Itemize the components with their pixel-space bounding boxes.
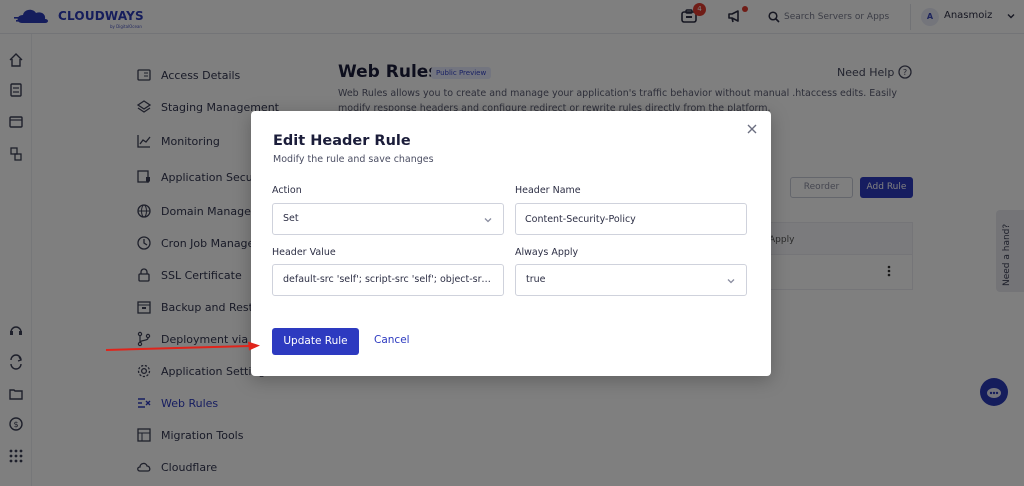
header-value-input[interactable]: default-src 'self'; script-src 'self'; o… [283, 274, 493, 285]
close-icon[interactable] [745, 122, 759, 136]
modal-title: Edit Header Rule [273, 133, 411, 149]
always-apply-select[interactable]: true [515, 264, 747, 296]
chevron-down-icon [727, 279, 735, 284]
action-select[interactable]: Set [272, 203, 504, 235]
action-selected-value: Set [283, 213, 299, 224]
header-value-label: Header Value [272, 247, 336, 258]
header-name-field[interactable] [515, 203, 747, 235]
annotation-arrow-icon [105, 341, 260, 351]
header-name-input[interactable] [517, 205, 745, 233]
always-apply-selected-value: true [526, 274, 546, 285]
edit-header-rule-modal: Edit Header Rule Modify the rule and sav… [251, 111, 771, 376]
header-name-label: Header Name [515, 185, 581, 196]
action-label: Action [272, 185, 302, 196]
update-rule-button[interactable]: Update Rule [272, 328, 359, 355]
cancel-button[interactable]: Cancel [374, 334, 410, 346]
modal-subtitle: Modify the rule and save changes [273, 154, 434, 165]
header-value-field[interactable]: default-src 'self'; script-src 'self'; o… [272, 264, 504, 296]
always-apply-label: Always Apply [515, 247, 579, 258]
chevron-down-icon [484, 218, 492, 223]
